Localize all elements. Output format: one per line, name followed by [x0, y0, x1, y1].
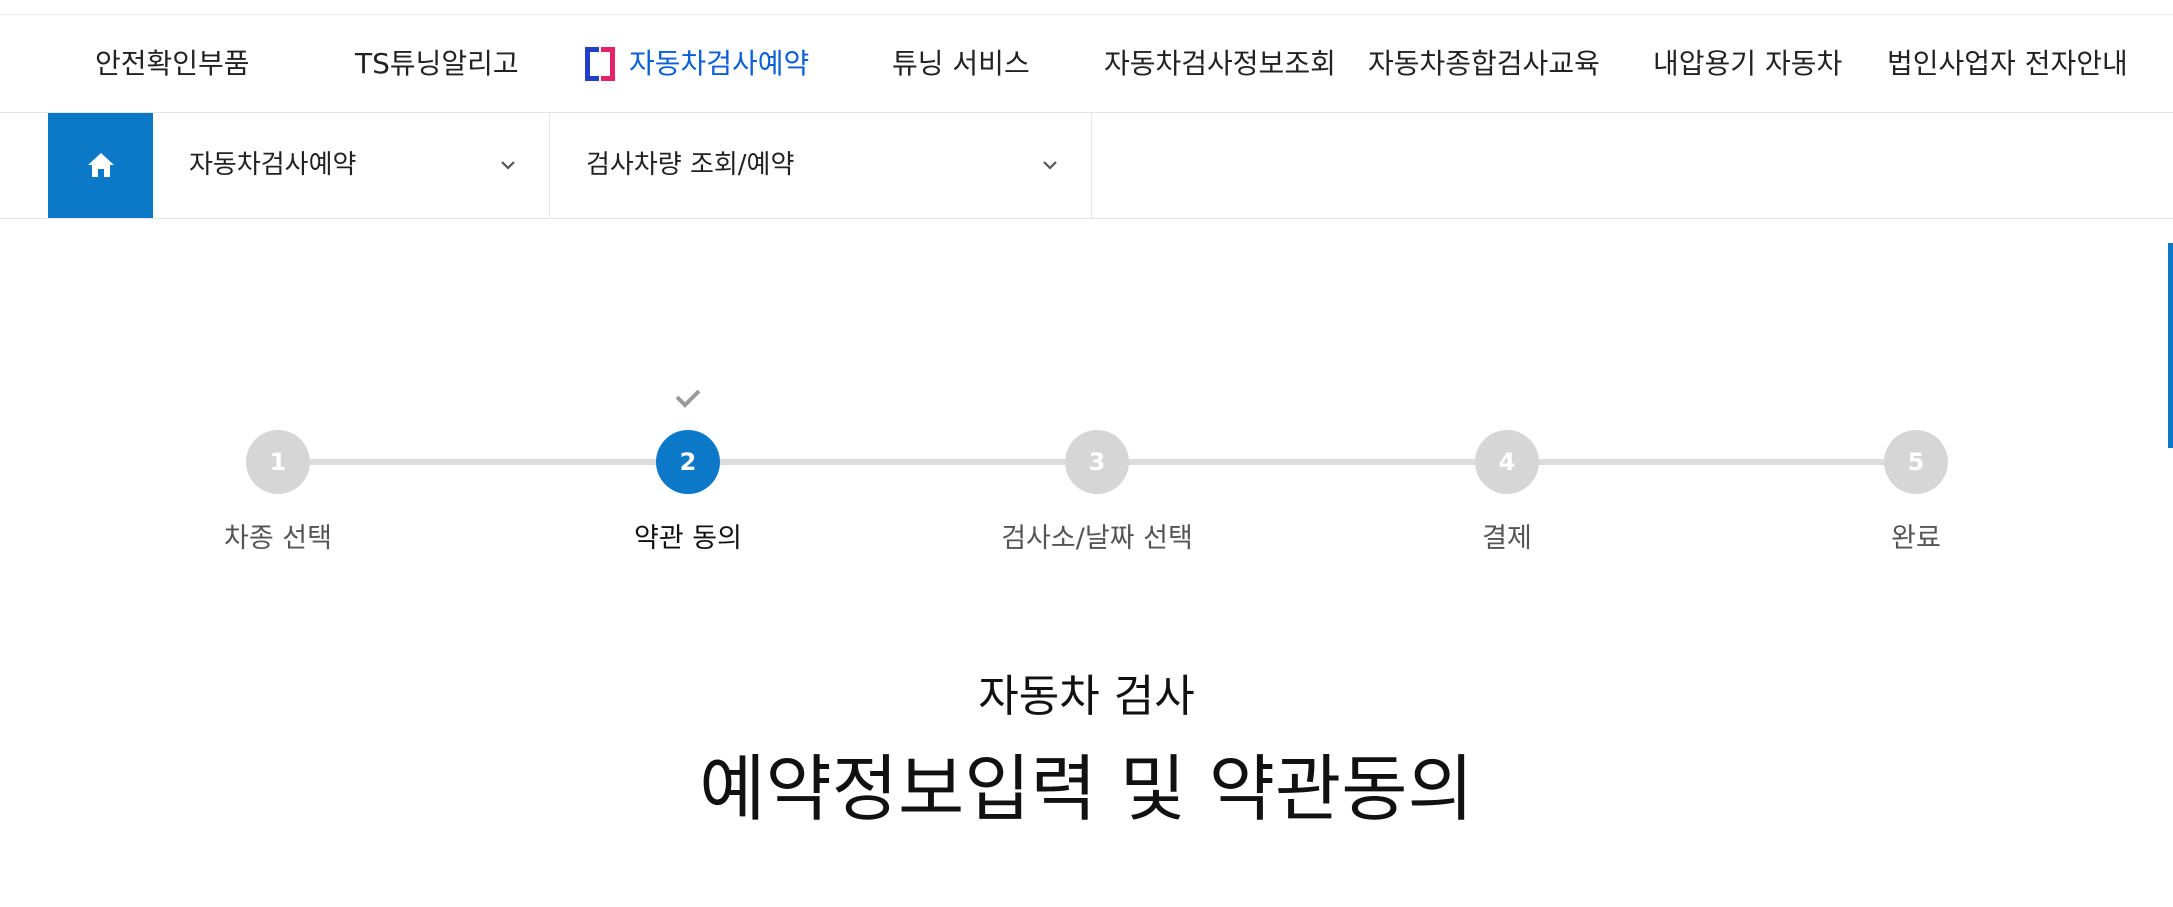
- reservation-stepper: 1 차종 선택 2 약관 동의 3 검사소/날짜 선택 4 결제 5 완료: [0, 380, 2173, 560]
- step-4: 4 결제: [1357, 430, 1657, 555]
- home-icon: [88, 153, 114, 177]
- location-depth1-label: 자동차검사예약: [189, 150, 357, 180]
- step-circle: 1: [246, 430, 310, 494]
- bracket-icon: [585, 47, 615, 81]
- step-label: 차종 선택: [224, 523, 332, 554]
- gnb-item-inspection-info[interactable]: 자동차검사정보조회: [1104, 15, 1336, 112]
- chevron-down-icon: [1043, 161, 1057, 170]
- step-label: 완료: [1891, 523, 1941, 554]
- page-subtitle: 자동차 검사: [978, 671, 1195, 722]
- gnb-item-tuning-alrigo[interactable]: TS튜닝알리고: [355, 15, 519, 112]
- step-label: 검사소/날짜 선택: [1001, 523, 1193, 554]
- gnb-item-safety-parts[interactable]: 안전확인부품: [95, 15, 250, 112]
- step-2: 2 약관 동의: [538, 389, 838, 555]
- step-circle-current: 2: [656, 389, 720, 494]
- chevron-down-icon: [501, 161, 515, 170]
- location-bar: 자동차검사예약 검사차량 조회/예약: [0, 113, 2173, 219]
- location-depth2-dropdown[interactable]: 검사차량 조회/예약: [550, 113, 1092, 218]
- step-3: 3 검사소/날짜 선택: [947, 430, 1247, 555]
- gnb-item-tuning-service[interactable]: 튜닝 서비스: [892, 15, 1030, 112]
- gnb-item-label: 자동차검사예약: [629, 47, 810, 80]
- step-number: 2: [679, 448, 697, 476]
- step-1: 1 차종 선택: [128, 430, 428, 555]
- gnb-item-inspection-reservation[interactable]: 자동차검사예약: [585, 15, 809, 112]
- step-circle: 5: [1884, 430, 1948, 494]
- step-circle: 3: [1065, 430, 1129, 494]
- home-button[interactable]: [48, 113, 153, 218]
- step-label: 약관 동의: [634, 523, 742, 554]
- step-5: 5 완료: [1766, 430, 2066, 555]
- global-nav: 안전확인부품 TS튜닝알리고 자동차검사예약 튜닝 서비스 자동차검사정보조회 …: [0, 15, 2173, 113]
- step-circle: 4: [1475, 430, 1539, 494]
- step-label: 결제: [1482, 523, 1532, 554]
- top-utility-bar: [0, 0, 2173, 15]
- location-depth2-label: 검사차량 조회/예약: [586, 150, 795, 180]
- gnb-item-inspection-education[interactable]: 자동차종합검사교육: [1368, 15, 1600, 112]
- check-icon: [675, 389, 701, 408]
- location-depth1-dropdown[interactable]: 자동차검사예약: [153, 113, 550, 218]
- page-title: 예약정보입력 및 약관동의: [699, 747, 1474, 831]
- gnb-item-corporate-notice[interactable]: 법인사업자 전자안내: [1887, 15, 2128, 112]
- gnb-item-pressure-vessel[interactable]: 내압용기 자동차: [1653, 15, 1842, 112]
